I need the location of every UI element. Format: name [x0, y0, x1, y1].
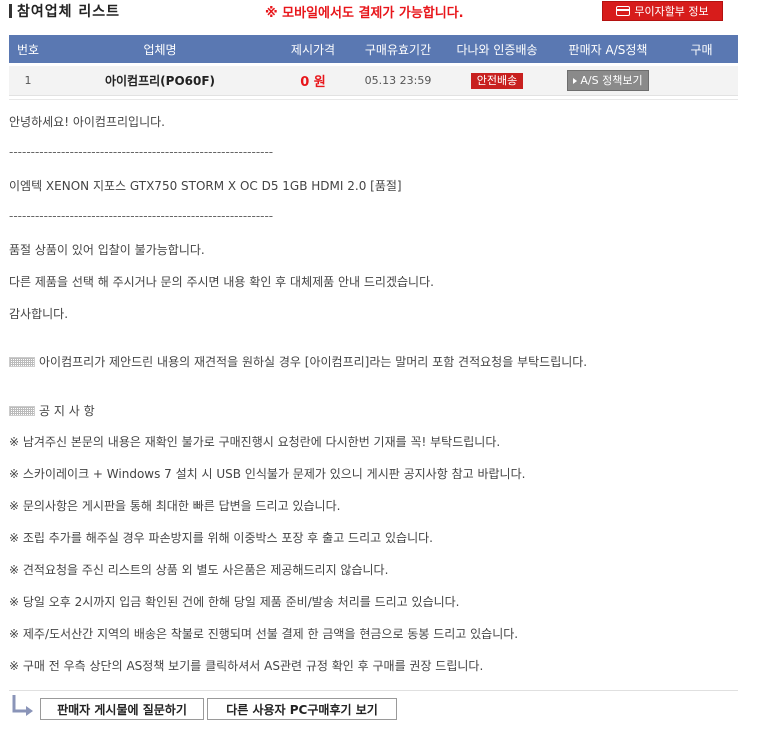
top-bar: 참여업체 리스트 ※ 모바일에서도 결제가 가능합니다. 무이자할부 정보 [0, 0, 759, 34]
col-header-certified-delivery: 다나와 인증배송 [456, 42, 538, 57]
notice-item: ※ 남겨주신 본문의 내용은 재확인 불가로 구매진행시 요청란에 다시한번 기… [9, 435, 501, 449]
message-line: 감사합니다. [9, 307, 69, 321]
return-arrow-icon [12, 695, 33, 716]
card-icon [616, 6, 631, 16]
footer-divider [9, 690, 738, 691]
col-header-vendor: 업체명 [143, 42, 177, 57]
notice-heading-text: 공 지 사 항 [39, 404, 95, 418]
col-header-no: 번호 [16, 42, 40, 57]
as-policy-label: A/S 정책보기 [580, 74, 643, 87]
reestimate-text: 아이컴프리가 제안드린 내용의 재견적을 원하실 경우 [아이컴프리]라는 말머… [39, 355, 588, 369]
separator-line: ----------------------------------------… [9, 209, 274, 223]
table-row: 1 아이컴프리(PO60F) 0 원 05.13 23:59 안전배송 A/S … [9, 66, 738, 96]
col-header-as-policy: 판매자 A/S정책 [568, 42, 648, 57]
message-line: 품절 상품이 있어 입찰이 불가능합니다. [9, 243, 205, 257]
notice-item: ※ 조립 추가를 해주실 경우 파손방지를 위해 이중박스 포장 후 출고 드리… [9, 531, 433, 545]
notice-item: ※ 제주/도서산간 지역의 배송은 착불로 진행되며 선불 결제 한 금액을 현… [9, 627, 519, 641]
title-marker [9, 4, 12, 18]
as-cell: A/S 정책보기 [551, 66, 665, 95]
installment-info-button[interactable]: 무이자할부 정보 [602, 1, 723, 21]
cert-cell: 안전배송 [443, 66, 551, 95]
safe-delivery-badge: 안전배송 [470, 72, 524, 89]
row-divider [9, 99, 738, 100]
reestimate-notice: 아이컴프리가 제안드린 내용의 재견적을 원하실 경우 [아이컴프리]라는 말머… [9, 353, 587, 370]
valid-until: 05.13 23:59 [364, 74, 432, 87]
product-line: 이엠텍 XENON 지포스 GTX750 STORM X OC D5 1GB H… [9, 179, 402, 193]
separator-line: ----------------------------------------… [9, 145, 274, 159]
notice-item: ※ 문의사항은 게시판을 통해 최대한 빠른 답변을 드리고 있습니다. [9, 499, 341, 513]
buy-cell [665, 66, 738, 95]
pc-review-button[interactable]: 다른 사용자 PC구매후기 보기 [207, 698, 397, 720]
message-line: 다른 제품을 선택 해 주시거나 문의 주시면 내용 확인 후 대체제품 안내 … [9, 275, 434, 289]
col-header-price: 제시가격 [290, 42, 336, 57]
table-header: 번호 업체명 제시가격 구매유효기간 다나와 인증배송 판매자 A/S정책 구매 [9, 35, 738, 63]
page-title: 참여업체 리스트 [17, 4, 121, 20]
mobile-payment-notice: ※ 모바일에서도 결제가 가능합니다. [265, 6, 464, 21]
notice-item: ※ 구매 전 우측 상단의 AS정책 보기를 클릭하셔서 AS관련 규정 확인 … [9, 659, 484, 673]
pattern-box-icon [9, 406, 35, 416]
pattern-box-icon [9, 357, 35, 367]
as-policy-button[interactable]: A/S 정책보기 [567, 70, 649, 91]
notice-heading: 공 지 사 항 [9, 402, 95, 419]
row-number: 1 [24, 74, 32, 87]
play-arrow-icon [573, 77, 578, 84]
notice-item: ※ 견적요청을 주신 리스트의 상품 외 별도 사은품은 제공해드리지 않습니다… [9, 563, 389, 577]
notice-item: ※ 스카이레이크 + Windows 7 설치 시 USB 인식불가 문제가 있… [9, 467, 526, 481]
notice-item: ※ 당일 오후 2시까지 입금 확인된 건에 한해 당일 제품 준비/발송 처리… [9, 595, 460, 609]
col-header-buy: 구매 [690, 42, 713, 57]
offer-price: 0 원 [300, 75, 326, 90]
ask-seller-button[interactable]: 판매자 게시물에 질문하기 [40, 698, 204, 720]
message-line: 안녕하세요! 아이컴프리입니다. [9, 115, 165, 129]
vendor-name: 아이컴프리(PO60F) [104, 74, 216, 88]
installment-label: 무이자할부 정보 [634, 5, 709, 18]
col-header-valid-period: 구매유효기간 [364, 42, 432, 57]
